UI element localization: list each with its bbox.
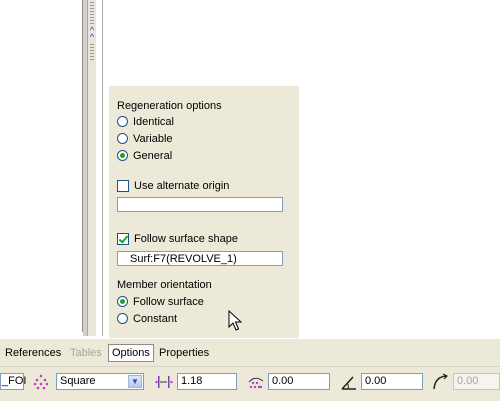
radio-label: Identical (133, 115, 174, 128)
checkbox[interactable] (117, 179, 129, 192)
radius-icon (433, 373, 449, 390)
follow-surface-shape-checkbox[interactable]: Follow surface shape (117, 231, 238, 246)
spacing-field[interactable]: 1.18 (177, 373, 237, 390)
dashboard-toolbar: _FOI Square ▼ 1.18 0.00 0.00 0.00 (0, 366, 500, 401)
radio-identical[interactable]: Identical (117, 114, 174, 129)
radio-button[interactable] (117, 296, 128, 307)
radius-field: 0.00 (453, 373, 500, 390)
collapse-up-icon[interactable]: ^ (88, 33, 96, 42)
tab-references[interactable]: References (2, 344, 64, 362)
radio-button[interactable] (117, 313, 128, 324)
radio-label: Follow surface (133, 295, 204, 308)
tab-properties[interactable]: Properties (156, 344, 212, 362)
checkbox[interactable] (117, 232, 129, 245)
pane-border (96, 0, 103, 336)
use-alternate-origin-checkbox[interactable]: Use alternate origin (117, 178, 229, 193)
radio-variable[interactable]: Variable (117, 131, 173, 146)
alternate-origin-field[interactable] (117, 197, 283, 212)
radio-label: Variable (133, 132, 173, 145)
pattern-type-icon (33, 374, 49, 390)
pattern-type-select[interactable]: Square ▼ (56, 373, 144, 390)
regeneration-options-label: Regeneration options (117, 100, 222, 112)
radio-follow-surface[interactable]: Follow surface (117, 294, 204, 309)
radio-button[interactable] (117, 150, 128, 161)
angle-field[interactable]: 0.00 (361, 373, 423, 390)
radio-label: Constant (133, 312, 178, 325)
tab-tables: Tables (70, 347, 102, 359)
splitter-grip (90, 44, 94, 62)
radio-constant[interactable]: Constant (117, 311, 177, 326)
radio-button[interactable] (117, 116, 128, 127)
pattern-type-value: Square (60, 375, 96, 387)
options-panel: Regeneration options Identical Variable … (108, 85, 299, 339)
checkbox-label: Follow surface shape (134, 232, 238, 245)
radio-general[interactable]: General (117, 148, 172, 163)
chevron-down-icon[interactable]: ▼ (128, 375, 142, 388)
left-tree-pane[interactable] (0, 0, 83, 332)
offset-icon (248, 377, 264, 389)
splitter-grip (90, 2, 94, 24)
member-orientation-label: Member orientation (117, 279, 212, 291)
angle-icon (341, 376, 356, 390)
reference-field[interactable]: _FOI (0, 373, 26, 390)
tab-options[interactable]: Options (108, 344, 154, 362)
surface-reference-field[interactable]: Surf:F7(REVOLVE_1) (117, 251, 283, 266)
dashboard-tab-bar: References Tables Options Properties (0, 338, 500, 367)
mouse-pointer-icon (228, 310, 242, 331)
radio-label: General (133, 149, 173, 162)
checkbox-label: Use alternate origin (134, 179, 230, 192)
radio-button[interactable] (117, 133, 128, 144)
offset-field[interactable]: 0.00 (268, 373, 330, 390)
spacing-icon (155, 376, 173, 388)
